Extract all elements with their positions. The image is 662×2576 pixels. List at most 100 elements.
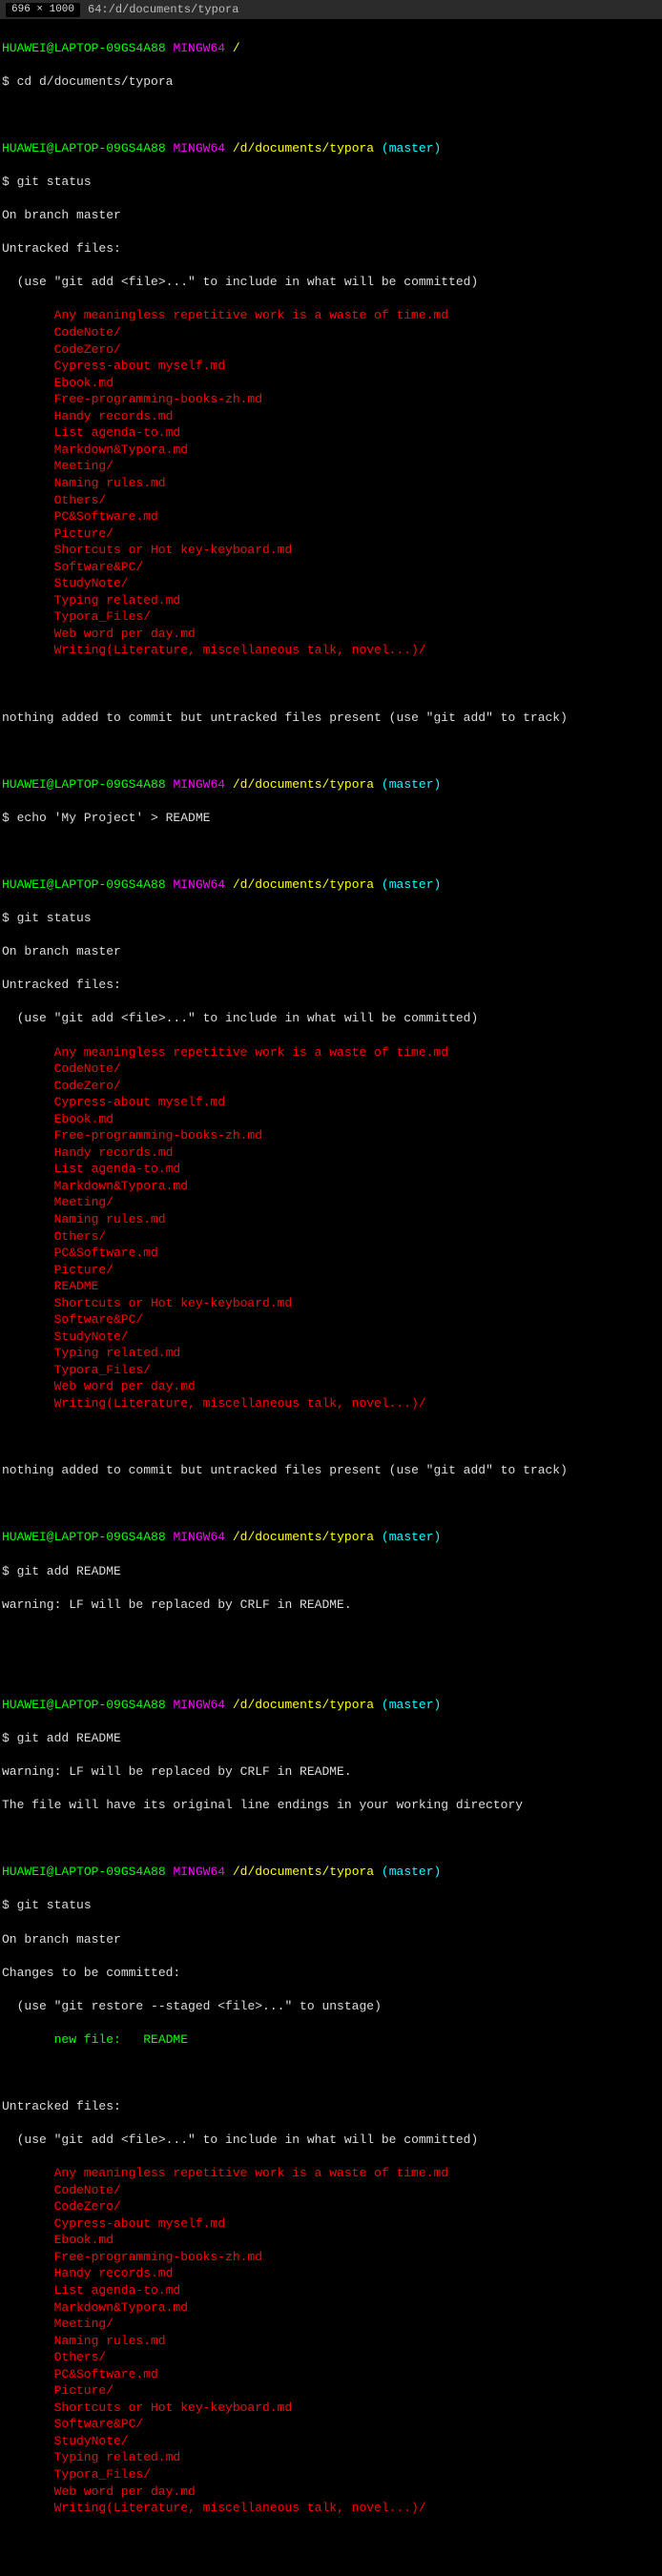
prompt-user: HUAWEI@LAPTOP-09GS4A88 <box>2 777 166 792</box>
prompt-path: /d/documents/typora <box>233 1530 374 1544</box>
prompt-path: /d/documents/typora <box>233 1865 374 1879</box>
untracked-header: Untracked files: <box>2 240 660 258</box>
untracked-file: Any meaningless repetitive work is a was… <box>2 2165 660 2182</box>
prompt-path: /d/documents/typora <box>233 777 374 792</box>
staged-file: new file: README <box>2 2031 660 2049</box>
command-status: $ git status <box>2 174 660 191</box>
command-status: $ git status <box>2 1897 660 1914</box>
untracked-file: Ebook.md <box>2 375 660 392</box>
untracked-file: Free-programming-books-zh.md <box>2 1127 660 1144</box>
prompt-path: /d/documents/typora <box>233 1698 374 1712</box>
untracked-file: Typing related.md <box>2 592 660 609</box>
untracked-file: Free-programming-books-zh.md <box>2 391 660 408</box>
untracked-file: Markdown&Typora.md <box>2 442 660 459</box>
untracked-file: Shortcuts or Hot key-keyboard.md <box>2 1295 660 1312</box>
title-path: 64:/d/documents/typora <box>88 2 238 17</box>
untracked-file: Typora_Files/ <box>2 608 660 626</box>
untracked-file: Picture/ <box>2 2382 660 2400</box>
untracked-file: Typora_Files/ <box>2 1362 660 1379</box>
untracked-file: Picture/ <box>2 1262 660 1279</box>
untracked-file: Typing related.md <box>2 1345 660 1362</box>
prompt-path: /d/documents/typora <box>233 141 374 155</box>
untracked-file: PC&Software.md <box>2 2366 660 2383</box>
prompt-branch: (master) <box>382 877 441 892</box>
untracked-file: CodeNote/ <box>2 2182 660 2199</box>
command-status: $ git status <box>2 910 660 927</box>
untracked-list-2: Any meaningless repetitive work is a was… <box>2 1044 660 1412</box>
prompt-branch: (master) <box>382 141 441 155</box>
untracked-file: PC&Software.md <box>2 508 660 526</box>
untracked-file: Meeting/ <box>2 1194 660 1211</box>
untracked-file: Markdown&Typora.md <box>2 1178 660 1195</box>
untracked-file: Writing(Literature, miscellaneous talk, … <box>2 1395 660 1412</box>
untracked-hint: (use "git add <file>..." to include in w… <box>2 1010 660 1027</box>
prompt-branch: (master) <box>382 1698 441 1712</box>
command-add: $ git add README <box>2 1730 660 1747</box>
nothing-added: nothing added to commit but untracked fi… <box>2 710 660 727</box>
untracked-file: Web word per day.md <box>2 626 660 643</box>
unstage-hint: (use "git restore --staged <file>..." to… <box>2 1998 660 2015</box>
untracked-file: Software&PC/ <box>2 2416 660 2433</box>
untracked-file: Free-programming-books-zh.md <box>2 2249 660 2266</box>
prompt-shell: MINGW64 <box>173 1698 225 1712</box>
untracked-hint: (use "git add <file>..." to include in w… <box>2 2132 660 2149</box>
untracked-file: Software&PC/ <box>2 1311 660 1329</box>
prompt-user: HUAWEI@LAPTOP-09GS4A88 <box>2 41 166 55</box>
untracked-file: CodeNote/ <box>2 324 660 341</box>
untracked-file: StudyNote/ <box>2 1329 660 1346</box>
untracked-file: Markdown&Typora.md <box>2 2299 660 2317</box>
untracked-file: List agenda-to.md <box>2 1161 660 1178</box>
untracked-file: Typing related.md <box>2 2449 660 2466</box>
untracked-file: Writing(Literature, miscellaneous talk, … <box>2 642 660 659</box>
terminal-output[interactable]: HUAWEI@LAPTOP-09GS4A88 MINGW64 / $ cd d/… <box>0 19 662 2576</box>
untracked-file: Picture/ <box>2 526 660 543</box>
prompt-path: / <box>233 41 240 55</box>
untracked-file: Cypress-about myself.md <box>2 2215 660 2233</box>
prompt-path: /d/documents/typora <box>233 877 374 892</box>
status-branch: On branch master <box>2 1931 660 1948</box>
prompt-shell: MINGW64 <box>173 777 225 792</box>
status-branch: On branch master <box>2 943 660 960</box>
untracked-file: CodeZero/ <box>2 341 660 359</box>
prompt-user: HUAWEI@LAPTOP-09GS4A88 <box>2 1698 166 1712</box>
prompt-user: HUAWEI@LAPTOP-09GS4A88 <box>2 877 166 892</box>
untracked-file: Cypress-about myself.md <box>2 1094 660 1111</box>
untracked-header: Untracked files: <box>2 977 660 994</box>
untracked-file: Naming rules.md <box>2 1211 660 1228</box>
untracked-file: Shortcuts or Hot key-keyboard.md <box>2 2400 660 2417</box>
untracked-file: Others/ <box>2 492 660 509</box>
untracked-file: CodeNote/ <box>2 1061 660 1078</box>
untracked-file: Ebook.md <box>2 1111 660 1128</box>
warning-orig: The file will have its original line end… <box>2 1797 660 1814</box>
untracked-file: Ebook.md <box>2 2232 660 2249</box>
prompt-branch: (master) <box>382 1530 441 1544</box>
untracked-file: Naming rules.md <box>2 2333 660 2350</box>
untracked-file: List agenda-to.md <box>2 424 660 442</box>
untracked-file: Any meaningless repetitive work is a was… <box>2 307 660 324</box>
untracked-file: Handy records.md <box>2 2265 660 2282</box>
prompt-shell: MINGW64 <box>173 877 225 892</box>
untracked-file: StudyNote/ <box>2 575 660 592</box>
window-title-bar: 696 × 1000 64:/d/documents/typora <box>0 0 662 19</box>
untracked-file: Typora_Files/ <box>2 2466 660 2483</box>
untracked-file: Others/ <box>2 1228 660 1246</box>
prompt-shell: MINGW64 <box>173 1865 225 1879</box>
status-branch: On branch master <box>2 207 660 224</box>
prompt-shell: MINGW64 <box>173 141 225 155</box>
untracked-file: Meeting/ <box>2 2316 660 2333</box>
changes-header: Changes to be committed: <box>2 1965 660 1982</box>
untracked-file: Shortcuts or Hot key-keyboard.md <box>2 542 660 559</box>
untracked-file: Software&PC/ <box>2 559 660 576</box>
untracked-hint: (use "git add <file>..." to include in w… <box>2 274 660 291</box>
untracked-file: Others/ <box>2 2349 660 2366</box>
prompt-user: HUAWEI@LAPTOP-09GS4A88 <box>2 141 166 155</box>
untracked-header: Untracked files: <box>2 2098 660 2115</box>
command-echo: $ echo 'My Project' > README <box>2 810 660 827</box>
untracked-list-3: Any meaningless repetitive work is a was… <box>2 2165 660 2516</box>
untracked-file: CodeZero/ <box>2 2198 660 2215</box>
command-cd: $ cd d/documents/typora <box>2 73 660 91</box>
untracked-file: StudyNote/ <box>2 2433 660 2450</box>
untracked-file: List agenda-to.md <box>2 2282 660 2299</box>
warning-crlf: warning: LF will be replaced by CRLF in … <box>2 1597 660 1614</box>
prompt-shell: MINGW64 <box>173 41 225 55</box>
